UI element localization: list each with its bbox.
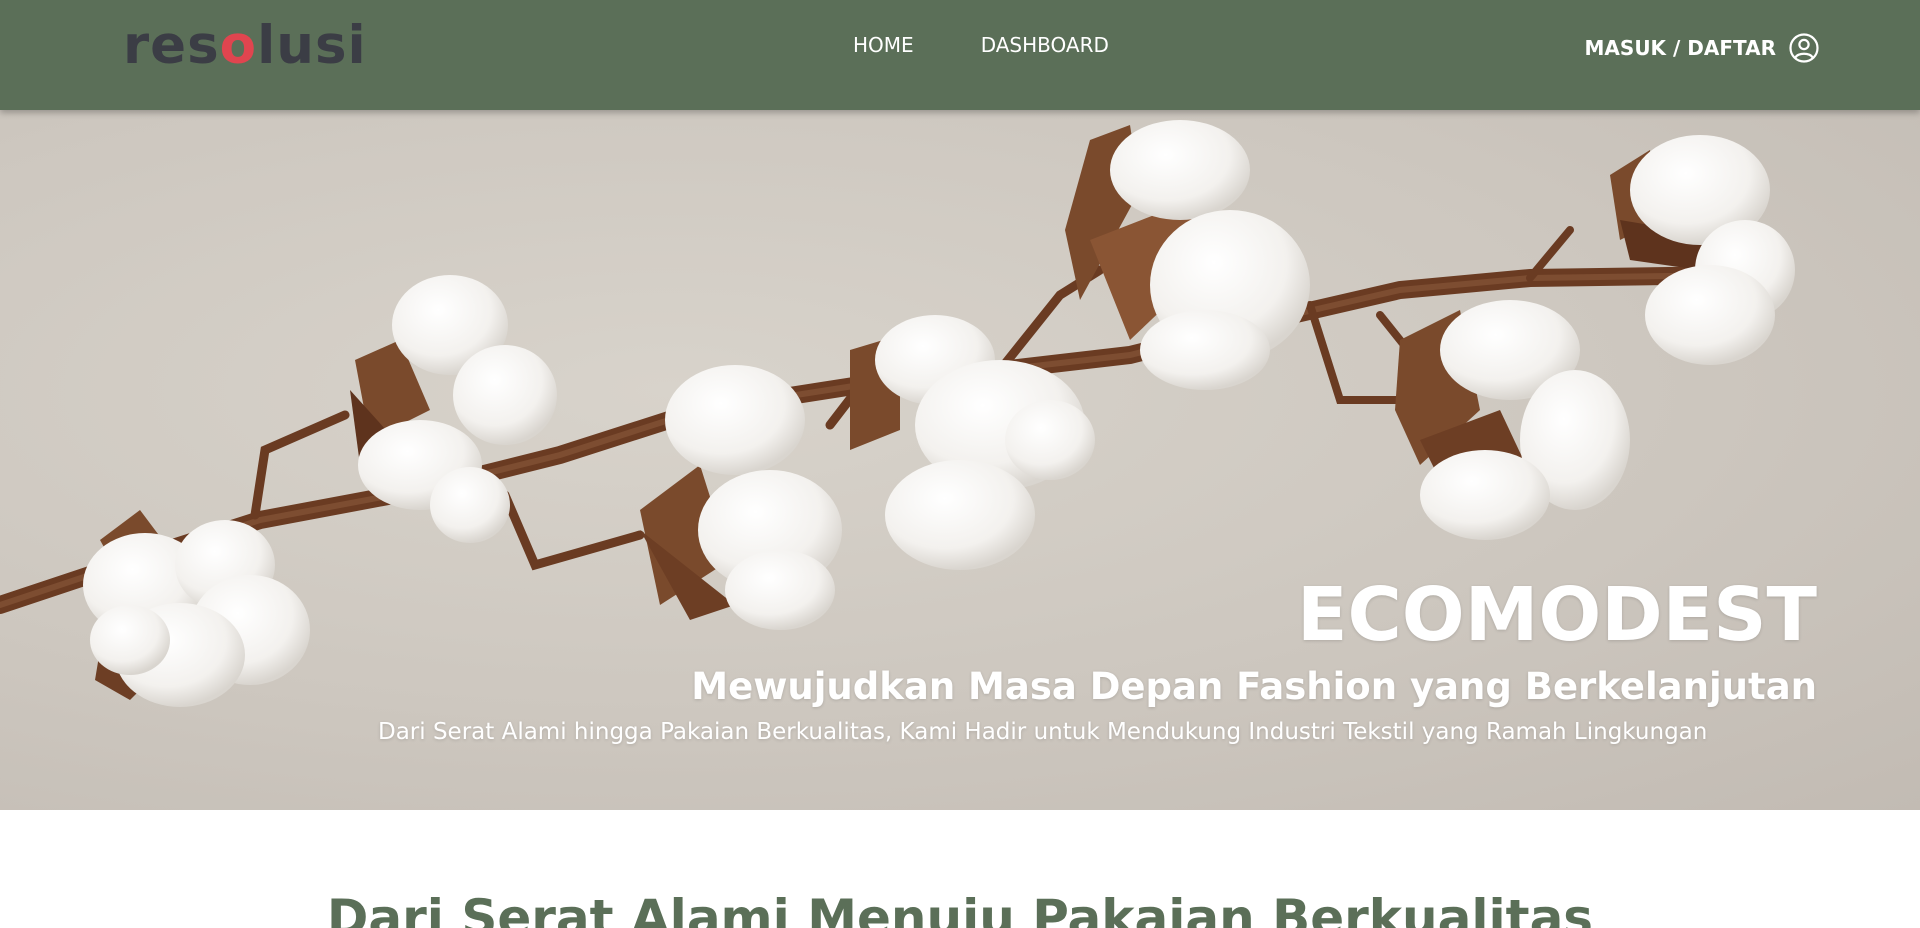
logo-accent: o [219, 15, 258, 76]
hero-banner: ECOMODEST Mewujudkan Masa Depan Fashion … [0, 110, 1920, 810]
hero-tagline: Dari Serat Alami hingga Pakaian Berkuali… [378, 719, 1708, 745]
hero-text-block: ECOMODEST Mewujudkan Masa Depan Fashion … [691, 570, 1817, 712]
navbar: resolusi HOME DASHBOARD MASUK / DAFTAR [0, 0, 1920, 110]
hero-subtitle: Mewujudkan Masa Depan Fashion yang Berke… [691, 665, 1817, 708]
hero-title: ECOMODEST [1296, 572, 1817, 658]
nav-link-dashboard[interactable]: DASHBOARD [981, 30, 1109, 60]
login-register-label: MASUK / DAFTAR [1584, 36, 1776, 60]
user-circle-icon [1789, 33, 1819, 63]
nav-link-home[interactable]: HOME [853, 30, 914, 60]
main-nav: HOME DASHBOARD [853, 30, 1109, 60]
logo-suffix: lusi [257, 15, 367, 76]
login-register-button[interactable]: MASUK / DAFTAR [1585, 30, 1820, 66]
site-logo[interactable]: resolusi [123, 14, 367, 78]
section-heading: Dari Serat Alami Menuju Pakaian Berkuali… [326, 889, 1594, 928]
logo-prefix: res [123, 15, 220, 76]
